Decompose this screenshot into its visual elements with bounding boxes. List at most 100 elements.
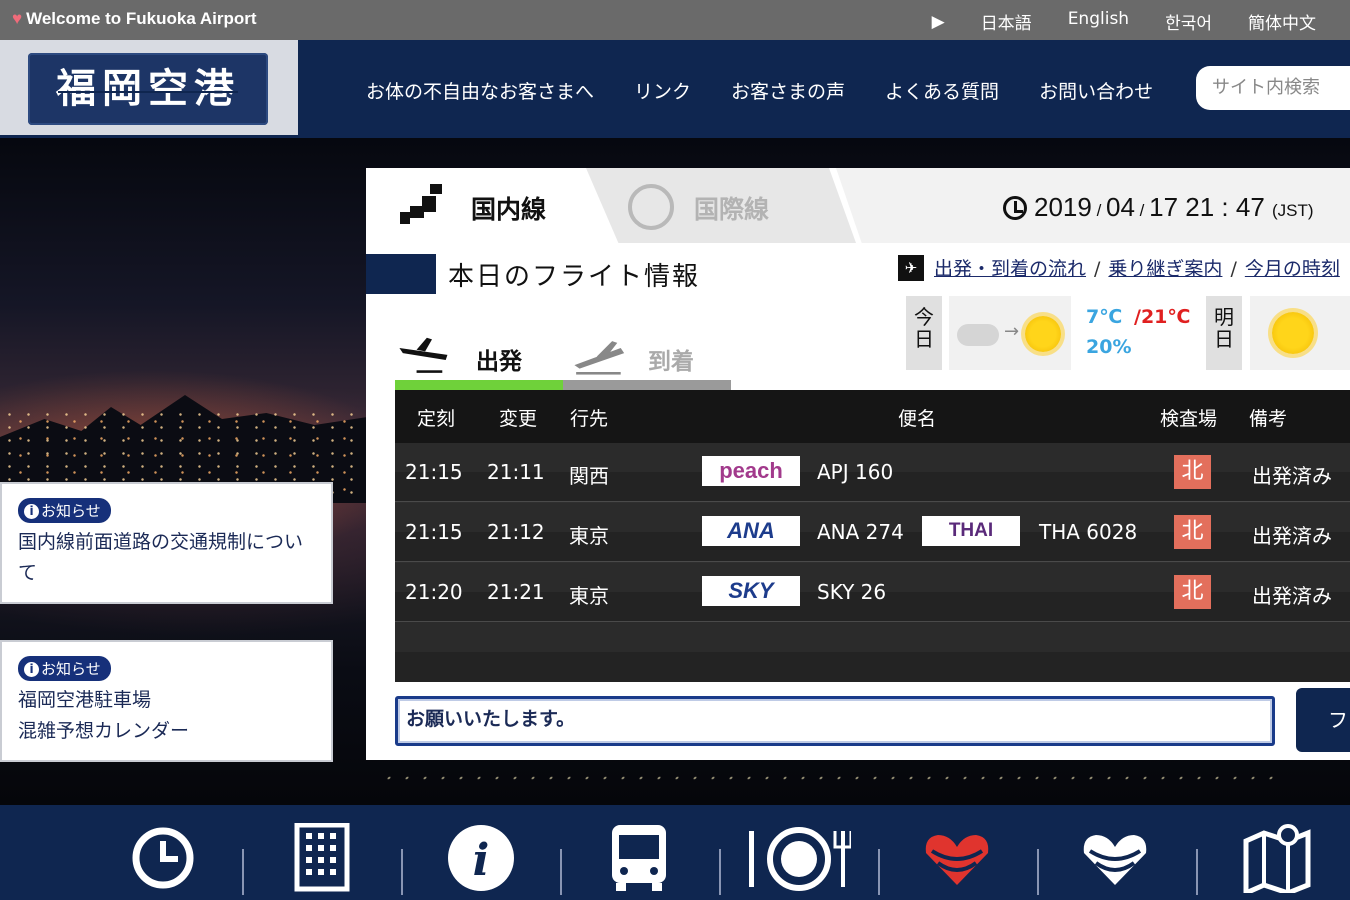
link-timetable[interactable]: 今月の時刻	[1245, 258, 1340, 280]
flight-table: 定刻 変更 行先 便名 検査場 備考 21:15 21:11 関西 peach …	[395, 390, 1350, 682]
changed-time: 21:11	[487, 460, 545, 484]
flight-info-title: 本日のフライト情報	[448, 262, 701, 292]
nav-feedback[interactable]: お客さまの声	[731, 77, 845, 104]
sun-icon	[1025, 316, 1061, 352]
weather-today-label: 今日	[906, 296, 942, 370]
divider	[878, 849, 880, 895]
airline-logo-thai: THAI	[922, 516, 1020, 546]
top-bar: ♥ Welcome to Fukuoka Airport ▶ 日本語 English…	[0, 0, 1350, 40]
departure-plane-icon	[399, 337, 448, 373]
building-icon[interactable]	[286, 823, 356, 893]
destination: 関西	[569, 464, 609, 488]
airline-logo-skymark: SKY	[702, 576, 800, 606]
lang-japanese[interactable]: ▶ 日本語	[896, 9, 1032, 34]
scheduled-time: 21:15	[405, 520, 463, 544]
nav-accessibility[interactable]: お体の不自由なお客さまへ	[366, 77, 594, 104]
heart-icon: ♥	[12, 9, 23, 28]
col-flight: 便名	[898, 408, 937, 430]
notice-badge: i お知らせ	[18, 656, 111, 681]
flight-number: SKY 26	[817, 580, 887, 604]
heart-logo-icon[interactable]	[922, 823, 992, 893]
notice-badge: i お知らせ	[18, 498, 111, 523]
japan-map-icon	[400, 184, 442, 224]
bus-icon[interactable]	[604, 823, 674, 893]
table-row-empty	[395, 622, 1350, 682]
language-switcher: ▶ 日本語 English 한국어 簡体中文	[860, 9, 1350, 34]
lang-chinese[interactable]: 簡体中文	[1248, 9, 1316, 34]
changed-time: 21:12	[487, 520, 545, 544]
destination: 東京	[569, 584, 609, 608]
cloud-icon	[957, 324, 999, 346]
divider	[560, 849, 562, 895]
main-nav: お体の不自由なお客さまへ リンク お客さまの声 よくある質問 お問い合わせ	[366, 77, 1193, 104]
gate-badge: 北	[1174, 455, 1211, 489]
scheduled-time: 21:20	[405, 580, 463, 604]
globe-icon	[628, 184, 674, 230]
weather-tomorrow-image	[1250, 296, 1350, 370]
col-scheduled: 定刻	[417, 408, 456, 430]
gate-badge: 北	[1174, 575, 1211, 609]
link-flow[interactable]: 出発・到着の流れ	[934, 258, 1086, 280]
info-icon: i	[24, 662, 39, 677]
codeshare-flight-number: THA 6028	[1039, 520, 1138, 544]
arrival-plane-icon	[574, 341, 625, 375]
tab-international[interactable]: 国際線	[586, 168, 856, 243]
heart-outline-icon[interactable]	[1080, 823, 1150, 893]
lang-english[interactable]: English	[1068, 9, 1129, 34]
logo-area: 福岡空港	[0, 40, 298, 135]
table-row[interactable]: 21:20 21:21 東京 SKY SKY 26 北 出発済み	[395, 563, 1350, 622]
col-destination: 行先	[570, 408, 609, 430]
nav-faq[interactable]: よくある質問	[885, 77, 999, 104]
tab-international-label: 国際線	[694, 195, 770, 224]
gate-badge: 北	[1174, 515, 1211, 549]
table-row[interactable]: 21:15 21:12 東京 ANA ANA 274 THAI THA 6028…	[395, 503, 1350, 562]
site-search-input[interactable]: サイト内検索	[1196, 66, 1350, 110]
svg-text:i: i	[473, 835, 490, 886]
dining-icon[interactable]	[747, 823, 851, 893]
site-logo[interactable]: 福岡空港	[28, 53, 268, 125]
notice-parking[interactable]: i お知らせ 福岡空港駐車場 混雑予想カレンダー	[0, 640, 333, 762]
link-transfer[interactable]: 乗り継ぎ案内	[1108, 258, 1222, 280]
divider	[1037, 849, 1039, 895]
lang-korean[interactable]: 한국어	[1165, 9, 1212, 34]
table-row[interactable]: 21:15 21:11 関西 peach APJ 160 北 出発済み	[395, 443, 1350, 502]
plane-icon: ✈	[898, 255, 924, 281]
nav-links[interactable]: リンク	[634, 77, 691, 104]
info-icon: i	[24, 504, 39, 519]
tab-arrivals-label[interactable]: 到着	[648, 342, 694, 376]
map-icon[interactable]	[1242, 823, 1312, 893]
flight-info-panel: 国内線 国際線 2019 / 04 / 17 21 : 47 (JST) 本日の…	[366, 168, 1350, 760]
notice-text: 福岡空港駐車場 混雑予想カレンダー	[18, 689, 190, 742]
tab-departures-label: 出発	[476, 349, 522, 375]
notice-traffic[interactable]: i お知らせ 国内線前面道路の交通規制について	[0, 482, 333, 604]
weather-today-image: →	[949, 296, 1071, 370]
info-icon[interactable]: i	[446, 823, 516, 893]
title-accent	[366, 254, 436, 294]
divider	[719, 849, 721, 895]
flight-status: 出発済み	[1252, 584, 1332, 608]
changed-time: 21:21	[487, 580, 545, 604]
current-datetime: 2019 / 04 / 17 21 : 47 (JST)	[1034, 192, 1314, 222]
col-remarks: 備考	[1249, 408, 1288, 430]
rain-chance: 20%	[1086, 336, 1132, 358]
ime-composition-input[interactable]: お願いいたします。	[395, 696, 1275, 746]
nav-contact[interactable]: お問い合わせ	[1039, 77, 1153, 104]
clock-icon	[1003, 196, 1027, 220]
more-flights-button[interactable]: フ	[1296, 688, 1350, 752]
flight-status: 出発済み	[1252, 464, 1332, 488]
triangle-right-icon: ▶	[931, 12, 945, 32]
welcome-text: ♥ Welcome to Fukuoka Airport	[12, 9, 257, 28]
col-gate: 検査場	[1160, 408, 1218, 430]
divider	[1196, 849, 1198, 895]
tab-domestic[interactable]: 国内線	[366, 168, 596, 243]
airline-logo-ana: ANA	[702, 516, 800, 546]
col-changed: 変更	[499, 408, 538, 430]
flight-number: ANA 274	[817, 520, 904, 544]
weather-tomorrow-label: 明日	[1206, 296, 1242, 370]
runway-lights	[371, 763, 1289, 793]
destination: 東京	[569, 524, 609, 548]
divider	[242, 849, 244, 895]
divider	[401, 849, 403, 895]
flight-links: ✈ 出発・到着の流れ / 乗り継ぎ案内 / 今月の時刻	[898, 254, 1340, 281]
clock-icon[interactable]	[128, 823, 198, 893]
